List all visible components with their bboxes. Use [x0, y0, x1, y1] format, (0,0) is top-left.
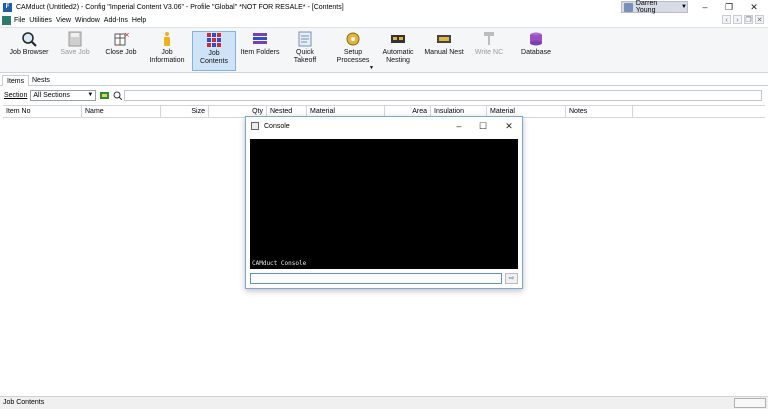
svg-text:×: × [124, 31, 130, 39]
user-avatar-icon [624, 2, 633, 12]
job-information-button[interactable]: Job Information [146, 31, 188, 71]
user-account-button[interactable]: Darren Young ▼ [621, 0, 688, 14]
database-icon [530, 32, 542, 46]
menu-bar: File Utilities View Window Add-Ins Help [0, 14, 768, 27]
mdi-close-button[interactable]: ✕ [755, 15, 764, 24]
close-grid-icon: × [114, 31, 130, 46]
find-icon[interactable] [113, 91, 123, 100]
contents-grid-icon [207, 33, 221, 47]
save-job-button[interactable]: Save Job [56, 31, 94, 71]
status-text: Job Contents [3, 399, 45, 406]
console-title: Console [264, 122, 290, 130]
write-nc-button[interactable]: Write NC [472, 31, 506, 71]
console-send-button[interactable]: ⇨ [505, 273, 518, 284]
nc-tool-icon [484, 32, 494, 45]
manual-nest-icon [437, 35, 451, 43]
console-window-icon [251, 122, 259, 130]
job-browser-button[interactable]: Job Browser [8, 31, 50, 71]
console-output: CAMduct Console [250, 139, 518, 269]
gear-icon [346, 32, 360, 46]
database-button[interactable]: Database [518, 31, 554, 71]
magnifier-icon [22, 32, 37, 47]
close-job-button[interactable]: × Close Job [102, 31, 140, 71]
console-dialog: Console – ☐ ✕ CAMduct Console ⇨ [245, 116, 523, 289]
info-figure-icon [164, 32, 170, 46]
floppy-disk-icon [68, 31, 82, 47]
dropdown-arrow-icon[interactable]: ▼ [369, 65, 374, 71]
menu-help[interactable]: Help [132, 17, 146, 24]
menu-file[interactable]: File [14, 17, 25, 24]
manual-nest-button[interactable]: Manual Nest [424, 31, 464, 71]
close-button[interactable]: ✕ [741, 0, 767, 14]
folders-icon [253, 33, 267, 44]
filter-bar: Section All Sections ▼ [0, 88, 768, 102]
console-command-input[interactable] [250, 273, 502, 284]
tab-items[interactable]: Items [2, 75, 30, 86]
chevron-down-icon: ▼ [87, 91, 94, 98]
console-maximize-button[interactable]: ☐ [474, 119, 492, 133]
column-size[interactable]: Size [161, 106, 209, 118]
status-panel [734, 398, 766, 408]
menu-utilities[interactable]: Utilities [29, 17, 52, 24]
automatic-nesting-button[interactable]: Automatic Nesting [378, 31, 418, 71]
column-name[interactable]: Name [82, 106, 161, 118]
scroll-right-icon[interactable]: › [733, 15, 742, 24]
item-folders-button[interactable]: Item Folders [240, 31, 280, 71]
console-minimize-button[interactable]: – [450, 119, 468, 133]
job-contents-button[interactable]: Job Contents [192, 31, 236, 71]
search-input[interactable] [124, 89, 763, 101]
status-bar: Job Contents [0, 396, 768, 409]
menu-view[interactable]: View [56, 17, 71, 24]
column-item-no[interactable]: Item No [3, 106, 82, 118]
document-icon [2, 16, 11, 25]
section-select[interactable]: All Sections ▼ [30, 89, 97, 101]
minimize-button[interactable]: – [692, 0, 718, 14]
column-notes[interactable]: Notes [566, 106, 633, 118]
menu-add-ins[interactable]: Add-Ins [104, 17, 128, 24]
user-name: Darren Young [635, 0, 658, 14]
quick-takeoff-button[interactable]: Quick Takeoff [288, 31, 322, 71]
app-icon: F [3, 2, 12, 12]
view-tabs: Items Nests [0, 74, 768, 86]
takeoff-sheet-icon [298, 31, 312, 47]
window-title: CAMduct (Untitled2) - Config "Imperial C… [16, 3, 344, 11]
console-close-button[interactable]: ✕ [500, 119, 518, 133]
ribbon-toolbar: Job Browser Save Job × Close Job Job Inf… [0, 27, 768, 73]
restore-button[interactable]: ❐ [716, 0, 742, 14]
setup-processes-button[interactable]: Setup Processes [334, 31, 372, 71]
chevron-down-icon: ▼ [681, 4, 687, 10]
mdi-restore-button[interactable]: ❐ [744, 15, 753, 24]
mdi-controls: ‹ › ❐ ✕ [722, 15, 764, 24]
nesting-machine-icon [391, 35, 405, 43]
section-link[interactable]: Section [4, 92, 27, 99]
menu-window[interactable]: Window [75, 17, 100, 24]
scroll-left-icon[interactable]: ‹ [722, 15, 731, 24]
filter-flag-icon[interactable] [100, 91, 110, 100]
tab-nests[interactable]: Nests [28, 75, 54, 86]
console-output-text: CAMduct Console [252, 260, 307, 267]
